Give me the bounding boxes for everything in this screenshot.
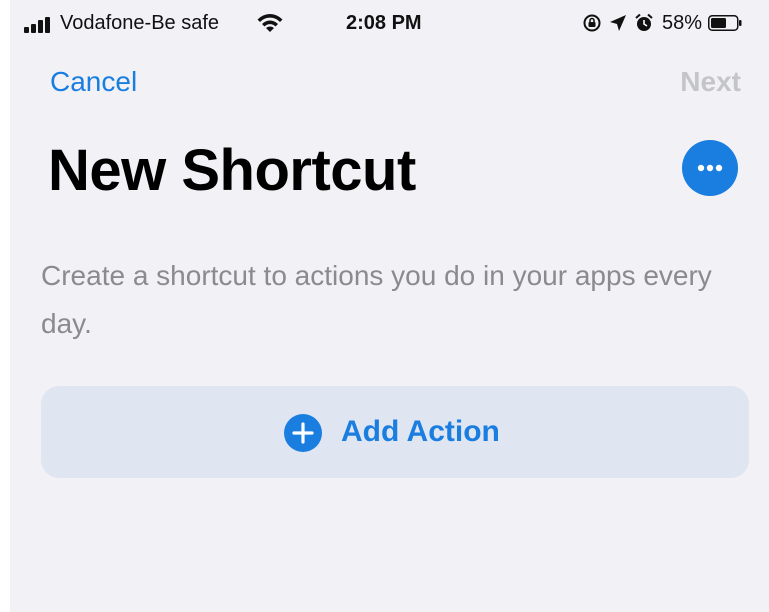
signal-icon [24, 17, 50, 33]
battery-icon [708, 15, 742, 31]
location-arrow-icon [610, 15, 626, 31]
alarm-icon [635, 13, 653, 31]
status-bar: Vodafone-Be safe 2:08 PM 58% [10, 0, 769, 46]
ellipsis-icon [697, 164, 723, 172]
clock: 2:08 PM [346, 12, 422, 34]
add-action-button[interactable]: Add Action [41, 386, 749, 478]
screen: Vodafone-Be safe 2:08 PM 58% Cancel Next… [10, 0, 769, 612]
carrier-name: Vodafone-Be safe [60, 12, 220, 34]
next-button[interactable]: Next [680, 64, 741, 100]
cancel-button[interactable]: Cancel [50, 64, 137, 100]
wifi-icon [257, 14, 283, 32]
status-right-group: 58% [582, 9, 742, 37]
page-title: New Shortcut [48, 138, 416, 203]
more-options-button[interactable] [682, 140, 738, 196]
description-text: Create a shortcut to actions you do in y… [41, 260, 712, 339]
battery-percent: 58% [662, 12, 703, 34]
add-action-label: Add Action [341, 415, 500, 448]
plus-circle-icon [284, 414, 322, 452]
rotation-lock-icon [583, 14, 601, 32]
